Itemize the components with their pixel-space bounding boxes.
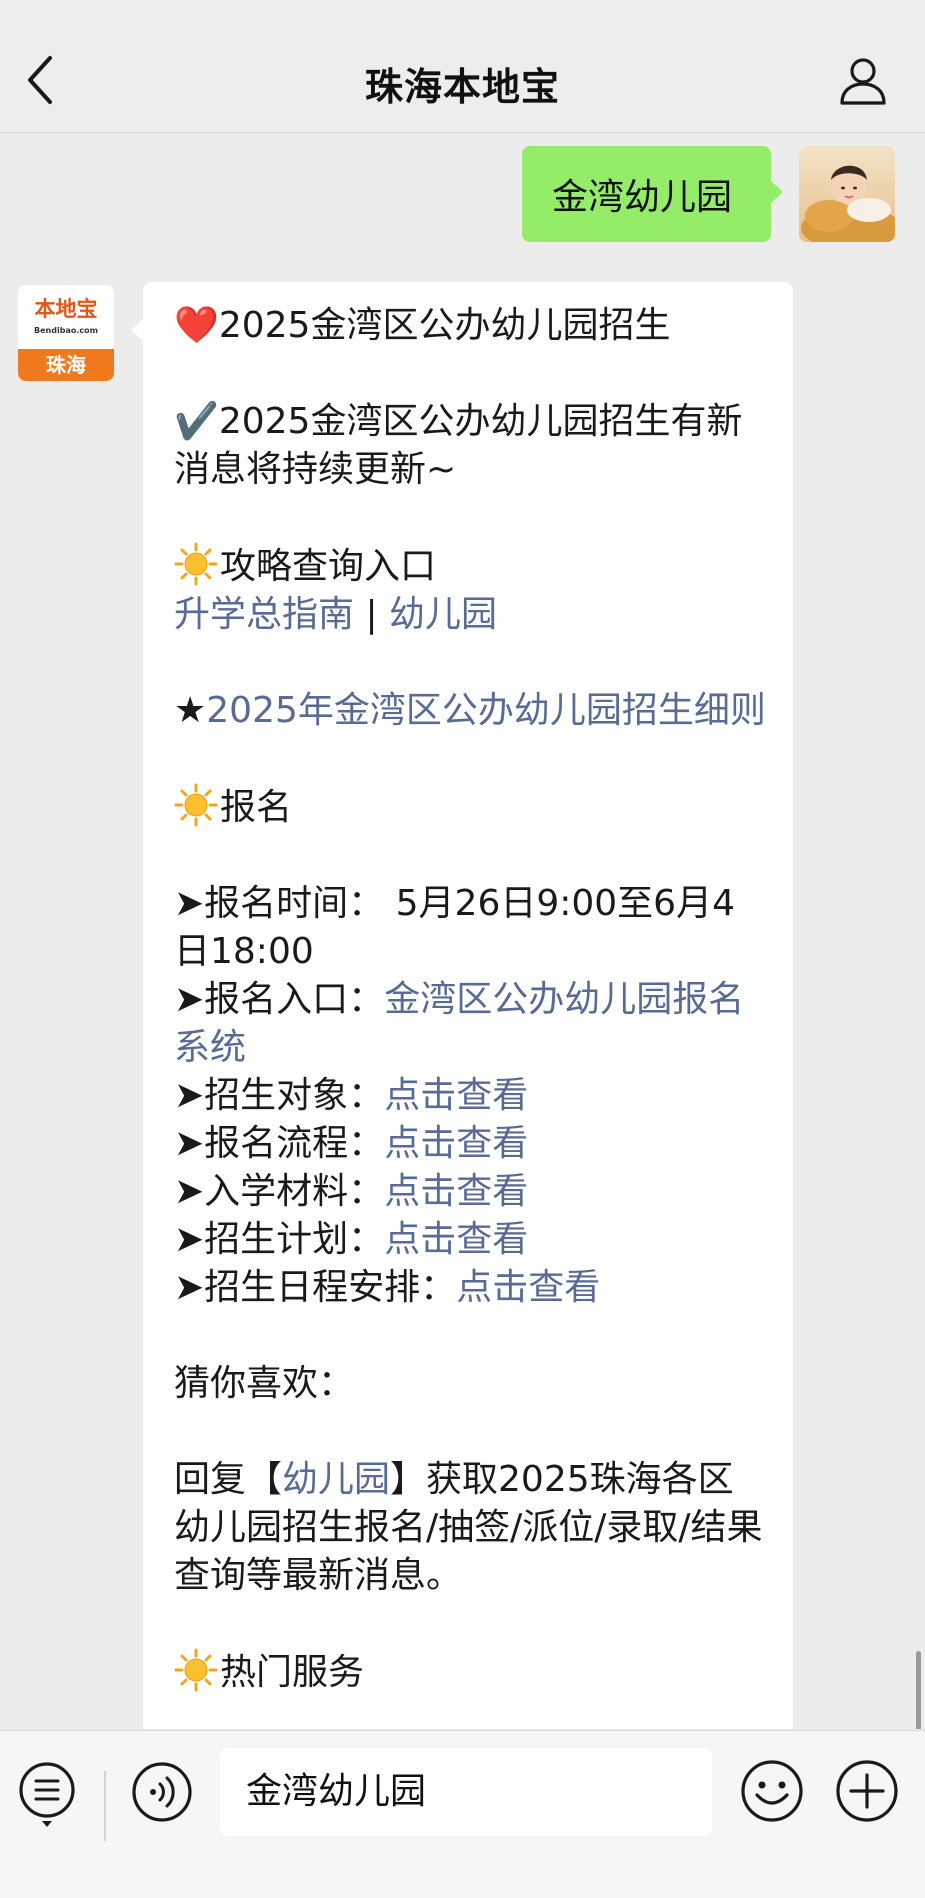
- sun-icon: [174, 783, 218, 827]
- item-label: 招生计划：: [204, 1219, 385, 1260]
- chat-area[interactable]: 金湾幼儿园 本地宝 Bendibao.com 珠海 ❤️2025金湾区公办幼儿园…: [0, 133, 925, 1729]
- list-item: ➤报名流程：点击查看: [174, 1120, 767, 1168]
- section-title-text: 热门服务: [220, 1652, 365, 1693]
- plus-icon[interactable]: [835, 1759, 899, 1823]
- list-menu-icon[interactable]: [18, 1761, 76, 1831]
- list-item: ➤招生日程安排：点击查看: [174, 1264, 767, 1312]
- scrollbar[interactable]: [916, 1651, 921, 1729]
- heart-icon: ❤️: [174, 305, 219, 346]
- reply-prefix: 回复【: [174, 1459, 283, 1500]
- outgoing-message-bubble[interactable]: 金湾幼儿园: [522, 146, 783, 242]
- item-label: 招生日程安排：: [204, 1267, 457, 1308]
- arrow-icon: ➤: [174, 979, 205, 1020]
- logo-city: 珠海: [18, 349, 114, 381]
- reg-entry-label: 报名入口：: [204, 979, 385, 1020]
- logo-brand: 本地宝: [34, 296, 98, 321]
- section-title: 热门服务: [174, 1648, 767, 1697]
- arrow-icon: ➤: [174, 1123, 205, 1164]
- list-item: ➤招生计划：点击查看: [174, 1216, 767, 1264]
- item-label: 报名流程：: [204, 1123, 385, 1164]
- check-icon: ✔️: [174, 401, 219, 442]
- section-title-text: 报名: [220, 787, 293, 828]
- top-navigation-bar: 珠海本地宝: [0, 0, 925, 133]
- section-title-text: 攻略查询入口: [220, 546, 437, 587]
- sun-icon: [174, 1648, 218, 1692]
- message-line: 升学总指南 | 幼儿园: [174, 591, 767, 639]
- rules-link[interactable]: 2025年金湾区公办幼儿园招生细则: [206, 690, 766, 731]
- incoming-message-bubble[interactable]: ❤️2025金湾区公办幼儿园招生 ✔️2025金湾区公办幼儿园招生有新消息将持续…: [131, 282, 793, 1729]
- message-line: ✔️2025金湾区公办幼儿园招生有新消息将持续更新~: [174, 398, 767, 494]
- guide-link[interactable]: 升学总指南: [174, 594, 354, 635]
- view-link[interactable]: 点击查看: [456, 1267, 600, 1308]
- message-line: ❤️2025金湾区公办幼儿园招生: [174, 302, 767, 350]
- view-link[interactable]: 点击查看: [384, 1123, 528, 1164]
- bendibao-logo: 本地宝 Bendibao.com: [18, 285, 114, 349]
- page-title: 珠海本地宝: [364, 65, 560, 109]
- arrow-icon: ➤: [174, 1219, 205, 1260]
- arrow-icon: ➤: [174, 1171, 205, 1212]
- section-title: 报名: [174, 783, 767, 832]
- message-input[interactable]: 金湾幼儿园: [220, 1748, 712, 1836]
- view-link[interactable]: 点击查看: [384, 1171, 528, 1212]
- avatar[interactable]: [799, 146, 895, 242]
- message-line: ➤报名入口：金湾区公办幼儿园报名系统: [174, 976, 767, 1072]
- reg-time-label: 报名时间：: [204, 883, 385, 924]
- arrow-icon: ➤: [174, 1075, 205, 1116]
- message-line: ➤报名时间： 5月26日9:00至6月4日18:00: [174, 880, 767, 976]
- reply-keyword-link[interactable]: 幼儿园: [282, 1459, 390, 1500]
- star-icon: ★: [174, 690, 207, 731]
- voice-icon[interactable]: [131, 1761, 193, 1823]
- separator: |: [354, 594, 390, 635]
- sun-icon: [174, 542, 218, 586]
- section-title: 攻略查询入口: [174, 542, 767, 591]
- guess-title: 猜你喜欢：: [174, 1363, 355, 1404]
- person-icon[interactable]: [837, 54, 889, 106]
- message-text: 2025金湾区公办幼儿园招生有新消息将持续更新~: [174, 401, 743, 490]
- arrow-icon: ➤: [174, 883, 205, 924]
- bottom-input-bar: 金湾幼儿园: [0, 1730, 925, 1898]
- logo-domain: Bendibao.com: [34, 326, 98, 335]
- smiley-icon[interactable]: [740, 1759, 804, 1823]
- list-item: ➤入学材料：点击查看: [174, 1168, 767, 1216]
- message-text: 2025金湾区公办幼儿园招生: [218, 305, 671, 346]
- message-line: ★2025年金湾区公办幼儿园招生细则: [174, 687, 767, 735]
- view-link[interactable]: 点击查看: [384, 1219, 528, 1260]
- item-label: 入学材料：: [204, 1171, 385, 1212]
- arrow-icon: ➤: [174, 1267, 205, 1308]
- item-label: 招生对象：: [204, 1075, 385, 1116]
- avatar[interactable]: 本地宝 Bendibao.com 珠海: [18, 285, 114, 381]
- divider: [104, 1771, 106, 1841]
- outgoing-message-text: 金湾幼儿园: [552, 177, 733, 218]
- message-line: 回复【幼儿园】获取2025珠海各区幼儿园招生报名/抽签/派位/录取/结果查询等最…: [174, 1456, 767, 1600]
- view-link[interactable]: 点击查看: [384, 1075, 528, 1116]
- kindergarten-link[interactable]: 幼儿园: [389, 594, 497, 635]
- list-item: ➤招生对象：点击查看: [174, 1072, 767, 1120]
